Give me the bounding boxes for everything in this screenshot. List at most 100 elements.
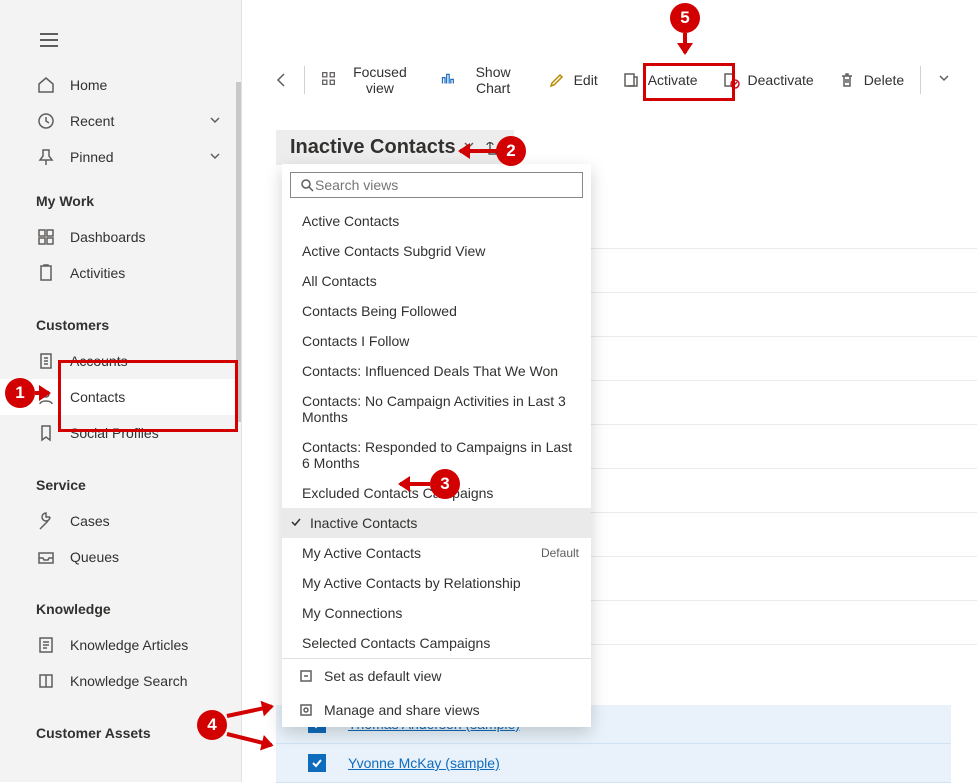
view-search-input[interactable] (315, 177, 574, 193)
view-option[interactable]: My Connections (282, 598, 591, 628)
view-option[interactable]: Contacts Being Followed (282, 296, 591, 326)
section-knowledge: Knowledge (0, 575, 241, 627)
arrow-icon (683, 33, 687, 53)
view-option[interactable]: Contacts I Follow (282, 326, 591, 356)
activate-button[interactable]: Activate (612, 65, 708, 95)
pin-icon (298, 668, 314, 684)
nav-label: Cases (70, 513, 110, 529)
view-option[interactable]: Contacts: Influenced Deals That We Won (282, 356, 591, 386)
nav-label: Pinned (70, 149, 114, 165)
nav-label: Accounts (70, 353, 128, 369)
divider (304, 66, 305, 94)
nav-knowledge-articles[interactable]: Knowledge Articles (0, 627, 241, 663)
scrollbar[interactable] (236, 82, 241, 422)
command-bar: Focused view Show Chart Edit Activate De… (250, 55, 977, 105)
nav-cases[interactable]: Cases (0, 503, 241, 539)
view-option[interactable]: All Contacts (282, 266, 591, 296)
clock-icon (36, 111, 56, 131)
activate-icon (622, 71, 640, 89)
deactivate-icon (722, 71, 740, 89)
overflow-button[interactable] (927, 65, 961, 96)
pin-icon (36, 147, 56, 167)
callout-3: 3 (430, 469, 460, 499)
article-icon (36, 635, 56, 655)
cmd-label: Deactivate (748, 72, 814, 88)
cmd-label: Show Chart (463, 64, 524, 96)
search-icon (299, 177, 315, 193)
view-selector[interactable]: Inactive Contacts (276, 130, 514, 165)
nav-recent[interactable]: Recent (0, 103, 241, 139)
nav-label: Dashboards (70, 229, 146, 245)
divider (920, 66, 921, 94)
nav-social-profiles[interactable]: Social Profiles (0, 415, 241, 451)
nav-home[interactable]: Home (0, 67, 241, 103)
nav-label: Knowledge Search (70, 673, 188, 689)
nav-label: Recent (70, 113, 114, 129)
deactivate-button[interactable]: Deactivate (712, 65, 824, 95)
wrench-icon (36, 511, 56, 531)
nav-label: Contacts (70, 389, 125, 405)
chevron-down-icon (209, 113, 221, 129)
show-chart-button[interactable]: Show Chart (430, 58, 534, 102)
contact-link[interactable]: Yvonne McKay (sample) (348, 755, 500, 771)
pencil-icon (548, 71, 566, 89)
nav-activities[interactable]: Activities (0, 255, 241, 291)
view-dropdown: Active Contacts Active Contacts Subgrid … (282, 164, 591, 727)
view-option[interactable]: Contacts: No Campaign Activities in Last… (282, 386, 591, 432)
trash-icon (838, 71, 856, 89)
set-default-view[interactable]: Set as default view (282, 659, 591, 693)
chart-icon (440, 71, 455, 89)
ghost-lines (590, 205, 977, 645)
view-option[interactable]: Active Contacts (282, 206, 591, 236)
view-search[interactable] (290, 172, 583, 198)
nav-accounts[interactable]: Accounts (0, 343, 241, 379)
view-option[interactable]: My Active ContactsDefault (282, 538, 591, 568)
nav-queues[interactable]: Queues (0, 539, 241, 575)
view-option[interactable]: My Active Contacts by Relationship (282, 568, 591, 598)
building-icon (36, 351, 56, 371)
book-search-icon (36, 671, 56, 691)
dashboard-icon (36, 227, 56, 247)
grid-icon (321, 71, 336, 89)
clipboard-icon (36, 263, 56, 283)
section-customers: Customers (0, 291, 241, 343)
edit-button[interactable]: Edit (538, 65, 608, 95)
arrow-icon (35, 391, 49, 395)
callout-2: 2 (496, 136, 526, 166)
nav-contacts[interactable]: Contacts (0, 379, 241, 415)
section-my-work: My Work (0, 175, 241, 219)
hamburger-icon[interactable] (40, 33, 58, 47)
cmd-label: Delete (864, 72, 904, 88)
callout-1: 1 (5, 378, 35, 408)
callout-5: 5 (670, 3, 700, 33)
delete-button[interactable]: Delete (828, 65, 914, 95)
nav-label: Social Profiles (70, 425, 159, 441)
nav-dashboards[interactable]: Dashboards (0, 219, 241, 255)
chevron-down-icon (209, 149, 221, 165)
arrow-icon (400, 482, 430, 486)
view-option[interactable]: Selected Contacts Campaigns (282, 628, 591, 658)
section-service: Service (0, 451, 241, 503)
nav-label: Home (70, 77, 107, 93)
focused-view-button[interactable]: Focused view (311, 58, 425, 102)
check-icon (290, 515, 304, 531)
arrow-icon (460, 149, 496, 153)
gear-icon (298, 702, 314, 718)
callout-4: 4 (197, 710, 227, 740)
table-row[interactable]: Yvonne McKay (sample) (276, 744, 951, 783)
view-option[interactable]: Active Contacts Subgrid View (282, 236, 591, 266)
view-title: Inactive Contacts (290, 136, 456, 159)
cmd-label: Activate (648, 72, 698, 88)
nav-pinned[interactable]: Pinned (0, 139, 241, 175)
view-option-selected[interactable]: Inactive Contacts (282, 508, 591, 538)
manage-views[interactable]: Manage and share views (282, 693, 591, 727)
nav-knowledge-search[interactable]: Knowledge Search (0, 663, 241, 699)
default-badge: Default (541, 546, 579, 560)
nav-label: Knowledge Articles (70, 637, 188, 653)
cmd-label: Edit (574, 72, 598, 88)
home-icon (36, 75, 56, 95)
tray-icon (36, 547, 56, 567)
back-button[interactable] (266, 65, 298, 95)
checkbox-checked[interactable] (308, 754, 326, 772)
bookmark-icon (36, 423, 56, 443)
